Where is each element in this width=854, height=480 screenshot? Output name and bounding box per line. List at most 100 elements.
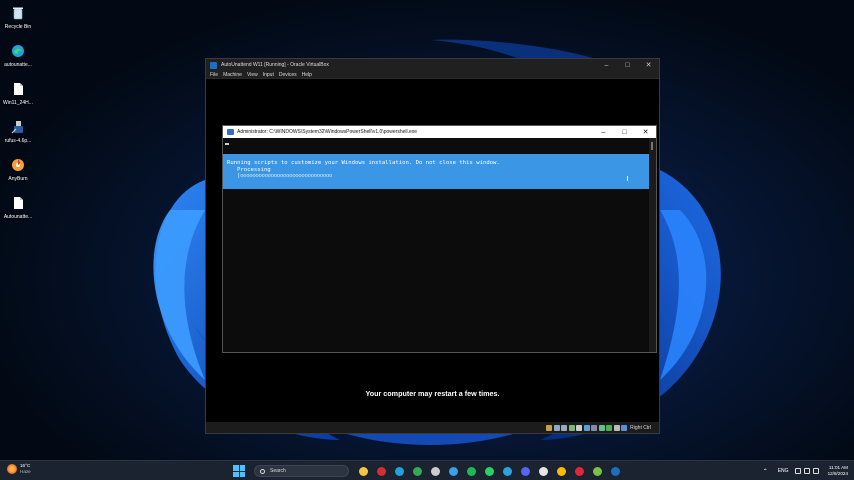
edge-icon [10, 43, 26, 59]
flash-app-icon-glyph [376, 466, 386, 476]
powershell-title: Administrator: C:\WINDOWS\System32\Windo… [237, 129, 418, 135]
capture-app-icon-glyph [430, 466, 440, 476]
chevron-up-icon[interactable]: ⌃ [763, 468, 768, 475]
desktop-icon-anyburn[interactable]: AnyBurn [0, 154, 36, 192]
shared-folders-icon[interactable] [583, 424, 590, 431]
hard-disk-icon[interactable] [546, 424, 553, 431]
progress-bar-end [627, 176, 628, 181]
audio-icon[interactable] [561, 424, 568, 431]
keyboard-icon[interactable] [621, 424, 628, 431]
photos-icon[interactable] [447, 465, 460, 478]
volume-icon[interactable] [803, 468, 810, 474]
usb-icon[interactable] [576, 424, 583, 431]
flash-app-icon[interactable] [375, 465, 388, 478]
battery-icon[interactable] [812, 468, 819, 474]
desktop-icon-label: Recycle Bin [4, 24, 32, 30]
desktop-icon-autounattend-file[interactable]: Autounatte... [0, 192, 36, 230]
mouse-integration-icon[interactable] [613, 424, 620, 431]
file-icon [10, 195, 26, 211]
menu-input[interactable]: Input [263, 72, 274, 78]
start-button[interactable] [233, 465, 245, 477]
discord-icon[interactable] [519, 465, 532, 478]
spotify-icon[interactable] [465, 465, 478, 478]
menu-devices[interactable]: Devices [279, 72, 297, 78]
virtualbox-icon-glyph [610, 466, 620, 476]
desktop-icon-label: AnyBurn [8, 176, 28, 182]
desktop-icon-win11-iso[interactable]: Win11_24H... [0, 78, 36, 116]
virtualbox-status-bar: Right Ctrl [206, 422, 659, 433]
close-button[interactable]: ✕ [638, 59, 659, 71]
recording-icon[interactable] [598, 424, 605, 431]
desktop-icon-recycle-bin[interactable]: Recycle Bin [0, 2, 36, 40]
desktop-icon-label: rufus-4.6p... [4, 138, 32, 144]
chrome-alt-icon[interactable] [555, 465, 568, 478]
cpu-icon[interactable] [606, 424, 613, 431]
menu-bar: File Machine View Input Devices Help [206, 71, 659, 79]
menu-machine[interactable]: Machine [223, 72, 242, 78]
optical-drive-icon[interactable] [553, 424, 560, 431]
whatsapp-icon[interactable] [483, 465, 496, 478]
taskbar-search[interactable]: Search [254, 465, 349, 477]
powershell-console[interactable]: Running scripts to customize your Window… [223, 138, 650, 352]
desktop-icons: Recycle Bin autounatte... Win11_24H... r… [0, 2, 36, 230]
network-icon[interactable] [794, 468, 801, 474]
language-indicator[interactable]: ENG [778, 468, 789, 474]
pinned-apps [354, 465, 624, 478]
opera-icon-glyph [574, 466, 584, 476]
powershell-maximize-button[interactable]: □ [614, 126, 635, 138]
powershell-icon [227, 129, 234, 135]
telegram-icon-glyph [502, 466, 512, 476]
taskbar-apps: Search [233, 463, 624, 479]
network-icon[interactable] [568, 424, 575, 431]
weather-icon [7, 463, 17, 474]
host-key-label: Right Ctrl [630, 424, 651, 431]
android-app-icon[interactable] [591, 465, 604, 478]
display-icon[interactable] [591, 424, 598, 431]
powershell-titlebar[interactable]: Administrator: C:\WINDOWS\System32\Windo… [223, 126, 656, 138]
file-icon [10, 81, 26, 97]
maximize-button[interactable]: □ [617, 59, 638, 71]
search-placeholder: Search [270, 468, 286, 474]
whatsapp-icon-glyph [484, 466, 494, 476]
scrollbar-thumb[interactable] [651, 142, 653, 150]
clock[interactable]: 11:01 AM 12/8/2024 [828, 465, 848, 477]
clock-date: 12/8/2024 [827, 471, 848, 476]
progress-bar-text: [oooooooooooooooooooooooooooooo [237, 173, 333, 179]
chrome-icon[interactable] [411, 465, 424, 478]
capture-app-icon[interactable] [429, 465, 442, 478]
taskbar: 16°C Haze Search ⌃ ENG 11:01 AM 12/8/202… [0, 460, 854, 480]
powershell-close-button[interactable]: ✕ [635, 126, 656, 138]
powershell-scrollbar[interactable] [649, 138, 656, 352]
virtualbox-icon[interactable] [609, 465, 622, 478]
telegram-icon[interactable] [501, 465, 514, 478]
progress-banner: Running scripts to customize your Window… [223, 154, 650, 189]
recycle-bin-icon [10, 5, 26, 21]
edge-icon[interactable] [393, 465, 406, 478]
powershell-window-controls: – □ ✕ [593, 126, 656, 138]
file-explorer-icon[interactable] [357, 465, 370, 478]
vm-display[interactable]: Administrator: C:\WINDOWS\System32\Windo… [206, 79, 659, 422]
spotify-icon-glyph [466, 466, 476, 476]
powershell-minimize-button[interactable]: – [593, 126, 614, 138]
photos-icon-glyph [448, 466, 458, 476]
virtualbox-window[interactable]: AutoUnattend W11 [Running] - Oracle Virt… [205, 58, 660, 434]
search-icon [260, 468, 265, 474]
file-explorer-icon-glyph [358, 466, 368, 476]
discord-icon-glyph [520, 466, 530, 476]
virtualbox-titlebar[interactable]: AutoUnattend W11 [Running] - Oracle Virt… [206, 59, 659, 71]
powershell-window[interactable]: Administrator: C:\WINDOWS\System32\Windo… [222, 125, 657, 353]
weather-widget[interactable]: 16°C Haze [7, 463, 31, 474]
capcut-icon[interactable] [537, 465, 550, 478]
desktop-icon-rufus[interactable]: rufus-4.6p... [0, 116, 36, 154]
capcut-icon-glyph [538, 466, 548, 476]
opera-icon[interactable] [573, 465, 586, 478]
window-controls: – □ ✕ [596, 59, 659, 71]
menu-help[interactable]: Help [302, 72, 312, 78]
desktop-icon-autounattend-link[interactable]: autounatte... [0, 40, 36, 78]
anyburn-icon [10, 157, 26, 173]
minimize-button[interactable]: – [596, 59, 617, 71]
menu-file[interactable]: File [210, 72, 218, 78]
usb-icon [10, 119, 26, 135]
menu-view[interactable]: View [247, 72, 258, 78]
system-tray: ⌃ ENG 11:01 AM 12/8/2024 [763, 463, 848, 479]
